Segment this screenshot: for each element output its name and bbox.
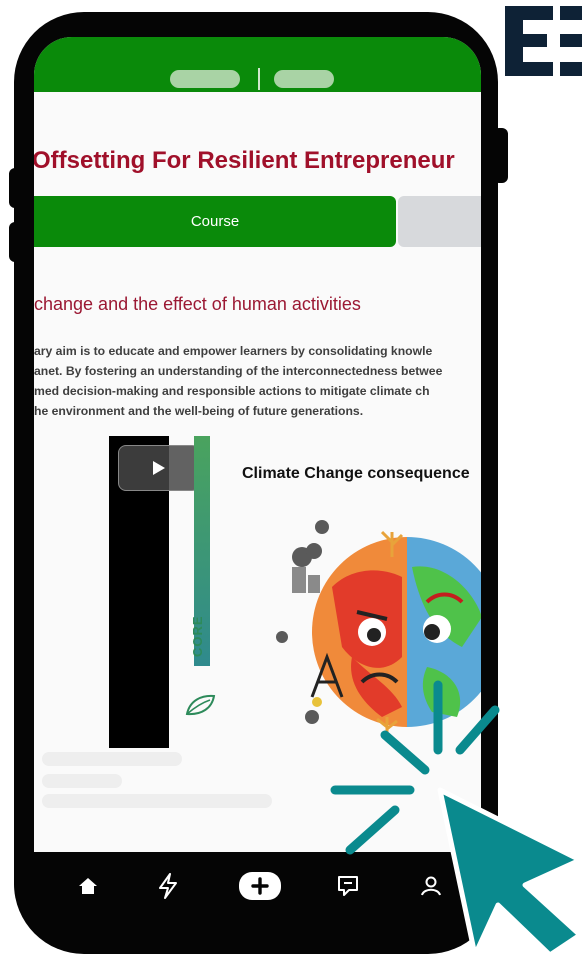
status-divider: [258, 68, 260, 90]
intro-paragraph: ary aim is to educate and empower learne…: [34, 341, 481, 421]
placeholder-line: [42, 752, 182, 766]
intro-line: he environment and the well-being of fut…: [34, 404, 364, 418]
status-pill-right: [274, 70, 334, 88]
nav-home[interactable]: [73, 871, 103, 901]
status-pill-left: [170, 70, 240, 88]
section-heading: change and the effect of human activitie…: [34, 294, 361, 314]
status-bar: [34, 37, 481, 92]
home-icon: [79, 878, 97, 894]
core-label: CORE: [190, 615, 205, 657]
leaf-icon: [185, 694, 216, 716]
intro-line: med decision-making and responsible acti…: [34, 384, 430, 398]
brand-logo: [505, 6, 582, 76]
lightning-icon: [159, 873, 177, 899]
tab-course[interactable]: Course: [34, 196, 396, 247]
play-icon: [153, 461, 165, 475]
page-title: Offsetting For Resilient Entrepreneur: [34, 147, 455, 174]
intro-line: ary aim is to educate and empower learne…: [34, 344, 433, 358]
plus-icon: [239, 872, 281, 900]
placeholder-line: [42, 774, 122, 788]
tab-secondary[interactable]: [398, 196, 481, 247]
intro-line: anet. By fostering an understanding of t…: [34, 364, 443, 378]
placeholder-line: [42, 794, 272, 808]
play-button[interactable]: [118, 445, 200, 491]
slide-title: Climate Change consequence: [242, 465, 470, 482]
nav-add[interactable]: [238, 871, 282, 901]
cursor-click-icon: [330, 680, 582, 955]
nav-activity[interactable]: [153, 871, 183, 901]
